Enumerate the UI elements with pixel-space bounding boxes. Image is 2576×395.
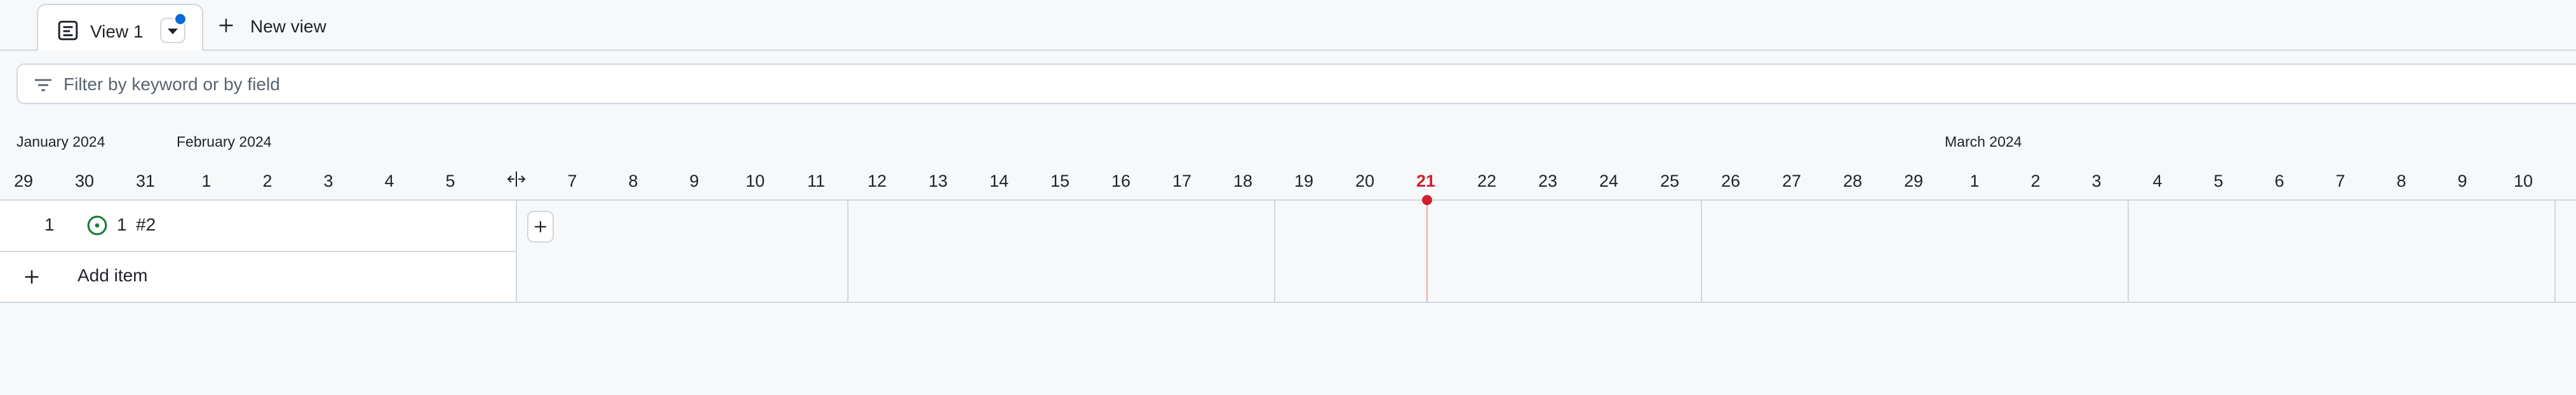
- pane-divider: [516, 201, 517, 302]
- item-number[interactable]: #2: [136, 215, 156, 235]
- day-label: 5: [445, 171, 455, 191]
- day-label: 3: [323, 171, 333, 191]
- day-label: 1: [1969, 171, 1980, 191]
- add-item-button[interactable]: Add item: [77, 265, 148, 286]
- day-label: 18: [1233, 171, 1253, 191]
- week-divider: [1701, 201, 1702, 302]
- day-label: 7: [567, 171, 577, 191]
- chevron-down-icon: [168, 29, 178, 34]
- plus-icon: [535, 221, 546, 232]
- day-label: 4: [2152, 171, 2163, 191]
- timeline-grid: [517, 201, 2576, 302]
- filter-placeholder: Filter by keyword or by field: [64, 74, 280, 94]
- plus-icon: [25, 270, 39, 284]
- new-view-button[interactable]: New view: [213, 11, 340, 39]
- table-view-icon: [58, 20, 78, 41]
- filter-icon: [35, 79, 51, 91]
- day-label: 16: [1111, 171, 1131, 191]
- day-label: 27: [1781, 171, 1802, 191]
- column-resize-icon[interactable]: [506, 170, 527, 188]
- day-label: 9: [689, 171, 699, 191]
- today-marker-dot: [1422, 195, 1432, 205]
- day-label: 24: [1599, 171, 1619, 191]
- plus-icon: [219, 18, 233, 32]
- day-label: 11: [807, 171, 826, 191]
- day-label: 13: [928, 171, 948, 191]
- day-label: 1: [201, 171, 211, 191]
- new-view-label: New view: [250, 17, 326, 36]
- day-label: 31: [135, 171, 156, 191]
- tab-bar-divider: [0, 50, 2576, 51]
- open-issue-icon: [87, 215, 107, 236]
- day-label: 9: [2457, 171, 2467, 191]
- week-divider: [847, 201, 849, 302]
- month-label: February 2024: [177, 133, 272, 150]
- tab-view-1[interactable]: View 1: [37, 4, 203, 51]
- filter-input[interactable]: Filter by keyword or by field: [17, 64, 2576, 104]
- day-label: 17: [1172, 171, 1192, 191]
- day-label: 10: [2513, 171, 2533, 191]
- unsaved-changes-indicator: [174, 13, 187, 25]
- day-label: 10: [745, 171, 765, 191]
- day-label: 8: [2396, 171, 2406, 191]
- day-label: 7: [2335, 171, 2345, 191]
- day-label: 8: [628, 171, 638, 191]
- day-label: 22: [1477, 171, 1497, 191]
- tab-label: View 1: [90, 22, 144, 41]
- day-label: 4: [384, 171, 394, 191]
- day-label: 14: [989, 171, 1009, 191]
- day-label: 15: [1050, 171, 1070, 191]
- day-label: 25: [1660, 171, 1680, 191]
- row-number: 1: [44, 215, 55, 234]
- day-label: 26: [1721, 171, 1741, 191]
- day-label: 30: [74, 171, 95, 191]
- day-label: 12: [867, 171, 887, 191]
- day-label: 29: [13, 171, 34, 191]
- month-label: January 2024: [17, 133, 105, 150]
- day-label: 28: [1842, 171, 1863, 191]
- week-divider: [2554, 201, 2556, 302]
- day-label: 2: [262, 171, 272, 191]
- table-bottom-border: [0, 302, 2576, 303]
- add-date-button[interactable]: [527, 211, 554, 243]
- day-label: 23: [1538, 171, 1558, 191]
- week-divider: [2128, 201, 2129, 302]
- day-label: 21: [1416, 171, 1436, 191]
- day-label: 29: [1903, 171, 1924, 191]
- day-label: 6: [2274, 171, 2284, 191]
- week-divider: [1274, 201, 1275, 302]
- today-marker-line: [1426, 201, 1428, 302]
- day-label: 5: [2213, 171, 2224, 191]
- item-title[interactable]: 1: [117, 215, 127, 235]
- day-label: 19: [1294, 171, 1314, 191]
- view-tab-bar: View 1 New view: [0, 0, 2576, 51]
- month-label: March 2024: [1945, 133, 2022, 150]
- timeline-header: January 2024 February 2024 March 2024 29…: [0, 118, 2576, 201]
- day-label: 20: [1355, 171, 1375, 191]
- day-label: 2: [2030, 171, 2041, 191]
- row-divider: [0, 251, 517, 252]
- day-label: 3: [2091, 171, 2102, 191]
